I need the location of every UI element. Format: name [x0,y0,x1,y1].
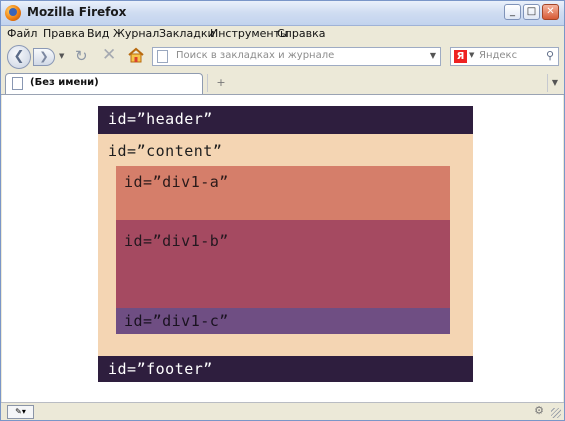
page-icon [12,77,23,90]
window-title: Mozilla Firefox [27,5,127,19]
search-engine-icon[interactable]: Я [454,50,467,63]
url-placeholder: Поиск в закладках и журнале [176,50,335,61]
new-tab-icon[interactable]: + [207,74,234,92]
browser-window: Mozilla Firefox _ □ ✕ Файл Правка Вид Жу… [0,0,565,421]
maximize-button[interactable]: □ [523,4,540,20]
resize-grip-icon[interactable] [551,408,561,418]
page-icon [157,50,168,63]
tab-untitled[interactable]: (Без имени) [5,73,203,94]
content-label: id=”content” [108,142,223,160]
stop-icon[interactable]: ✕ [102,45,116,65]
close-button[interactable]: ✕ [542,4,559,20]
menu-file[interactable]: Файл [7,27,37,40]
status-tool-icon[interactable]: ✎▾ [7,405,34,419]
tab-label: (Без имени) [30,77,99,88]
url-bar[interactable]: Поиск в закладках и журнале ▼ [152,47,441,66]
back-button[interactable]: ❮ [7,45,31,69]
navigation-toolbar: ❮ ❯ ▼ ↻ ✕ Поиск в закладках и журнале ▼ … [1,43,564,71]
header-block: id=”header” [98,106,473,134]
home-icon[interactable] [127,46,145,64]
tab-bar: (Без имени) + ▼ [1,72,564,95]
menu-edit[interactable]: Правка [43,27,85,40]
minimize-button[interactable]: _ [504,4,521,20]
menu-help[interactable]: Справка [277,27,325,40]
magnifier-icon[interactable]: ⚲ [546,49,554,62]
title-bar: Mozilla Firefox _ □ ✕ [1,1,564,26]
div-a-block: id=”div1-a” [116,166,450,220]
div-c-label: id=”div1-c” [124,312,229,330]
status-addon-icon[interactable]: ⚙ [534,404,544,417]
header-label: id=”header” [108,110,213,128]
footer-label: id=”footer” [108,360,213,378]
status-bar: ✎▾ ⚙ [1,402,564,421]
search-engine-dropdown-icon[interactable]: ▼ [469,51,474,59]
footer-block: id=”footer” [98,356,473,382]
forward-button[interactable]: ❯ [33,48,55,66]
div-b-label: id=”div1-b” [124,232,229,250]
history-dropdown-icon[interactable]: ▼ [59,52,64,60]
search-placeholder: Яндекс [479,50,518,61]
menu-bookmarks[interactable]: Закладки [159,27,215,40]
page-content: id=”header” id=”content” id=”div1-a” id=… [2,95,563,402]
forward-arrow-icon: ❯ [39,50,49,63]
menu-bar: Файл Правка Вид Журнал Закладки Инструме… [1,26,564,42]
menu-view[interactable]: Вид [87,27,109,40]
div-c-block: id=”div1-c” [116,308,450,334]
back-arrow-icon: ❮ [13,49,25,64]
content-block: id=”content” id=”div1-a” id=”div1-b” id=… [98,134,473,356]
reload-icon[interactable]: ↻ [75,47,88,65]
div-b-block: id=”div1-b” [116,220,450,308]
firefox-logo-icon [5,5,21,21]
search-bar[interactable]: Я ▼ Яндекс ⚲ [450,47,559,66]
div-a-label: id=”div1-a” [124,173,229,191]
layout-demo: id=”header” id=”content” id=”div1-a” id=… [98,106,473,382]
menu-history[interactable]: Журнал [113,27,159,40]
back-forward-group: ❮ ❯ ▼ [7,45,69,69]
url-dropdown-icon[interactable]: ▼ [430,51,436,60]
tab-list-icon[interactable]: ▼ [547,74,562,92]
